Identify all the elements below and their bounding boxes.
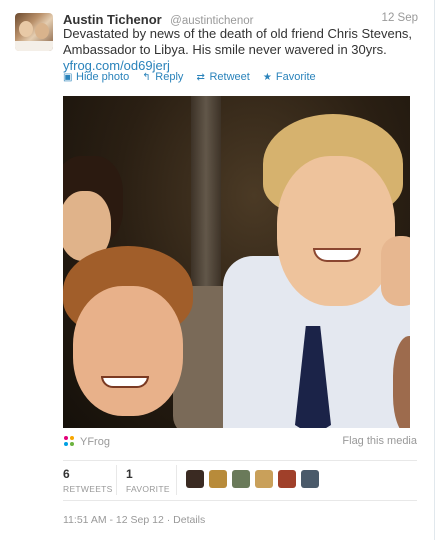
hide-photo-button[interactable]: ▣ Hide photo	[63, 71, 129, 83]
avatar-face-right	[35, 23, 49, 39]
retweets-label: RETWEETS	[63, 484, 113, 494]
favoriter-avatars	[186, 470, 324, 490]
yfrog-icon	[64, 436, 74, 446]
favorites-label: FAVORITE	[126, 484, 170, 494]
favoriter-avatar[interactable]	[186, 470, 204, 488]
tweet-meta: 11:51 AM - 12 Sep 12 · Details	[63, 514, 205, 526]
favoriter-avatar[interactable]	[278, 470, 296, 488]
divider-bottom	[63, 500, 417, 501]
tweet-date[interactable]: 12 Sep	[382, 12, 418, 24]
yfrog-provider[interactable]: YFrog	[63, 436, 110, 448]
retweets-stat[interactable]: 6 RETWEETS	[63, 467, 113, 494]
photo-person-middle-face	[73, 286, 183, 416]
retweet-icon: ⇄	[196, 72, 205, 83]
retweets-count: 6	[63, 467, 70, 481]
reply-button[interactable]: ↰ Reply	[142, 71, 183, 83]
favorites-stat[interactable]: 1 FAVORITE	[126, 467, 170, 494]
reply-label: Reply	[155, 71, 184, 83]
divider-top	[63, 460, 417, 461]
tweet-photo[interactable]	[63, 96, 410, 428]
favoriter-avatar[interactable]	[232, 470, 250, 488]
tweet-permalink: Austin Tichenor @austintichenor 12 Sep D…	[0, 0, 435, 540]
author-name[interactable]: Austin Tichenor	[63, 12, 162, 27]
author-avatar[interactable]	[15, 13, 53, 51]
retweet-button[interactable]: ⇄ Retweet	[196, 71, 249, 83]
favoriter-avatar[interactable]	[301, 470, 319, 488]
photo-person-middle-smile	[101, 376, 149, 388]
photo-tree-trunk	[191, 96, 221, 316]
avatar-shirt	[15, 41, 53, 51]
photo-person-right-face	[277, 156, 395, 306]
favoriter-avatar[interactable]	[209, 470, 227, 488]
details-link[interactable]: Details	[173, 514, 205, 526]
photo-person-right-smile	[313, 248, 361, 262]
retweet-label: Retweet	[209, 71, 250, 83]
tweet-body: Devastated by news of the death of old f…	[63, 26, 413, 57]
hide-photo-label: Hide photo	[76, 71, 130, 83]
reply-icon: ↰	[142, 72, 151, 83]
media-footer: YFrog Flag this media	[63, 435, 417, 451]
flag-media-link[interactable]: Flag this media	[342, 435, 417, 447]
star-icon: ★	[262, 72, 272, 83]
tweet-actions: ▣ Hide photo ↰ Reply ⇄ Retweet ★ Favorite	[63, 71, 326, 85]
meta-separator: ·	[163, 514, 174, 526]
favoriter-avatar[interactable]	[255, 470, 273, 488]
photo-thumb	[381, 236, 410, 306]
tweet-text: Devastated by news of the death of old f…	[63, 26, 413, 74]
stat-divider	[176, 465, 177, 495]
stat-divider	[116, 465, 117, 495]
photo-icon: ▣	[63, 72, 73, 83]
favorite-button[interactable]: ★ Favorite	[263, 71, 316, 83]
yfrog-label: YFrog	[80, 436, 110, 448]
avatar-face-left	[19, 21, 33, 37]
favorites-count: 1	[126, 467, 133, 481]
full-timestamp[interactable]: 11:51 AM - 12 Sep 12	[63, 514, 164, 526]
favorite-label: Favorite	[275, 71, 316, 83]
